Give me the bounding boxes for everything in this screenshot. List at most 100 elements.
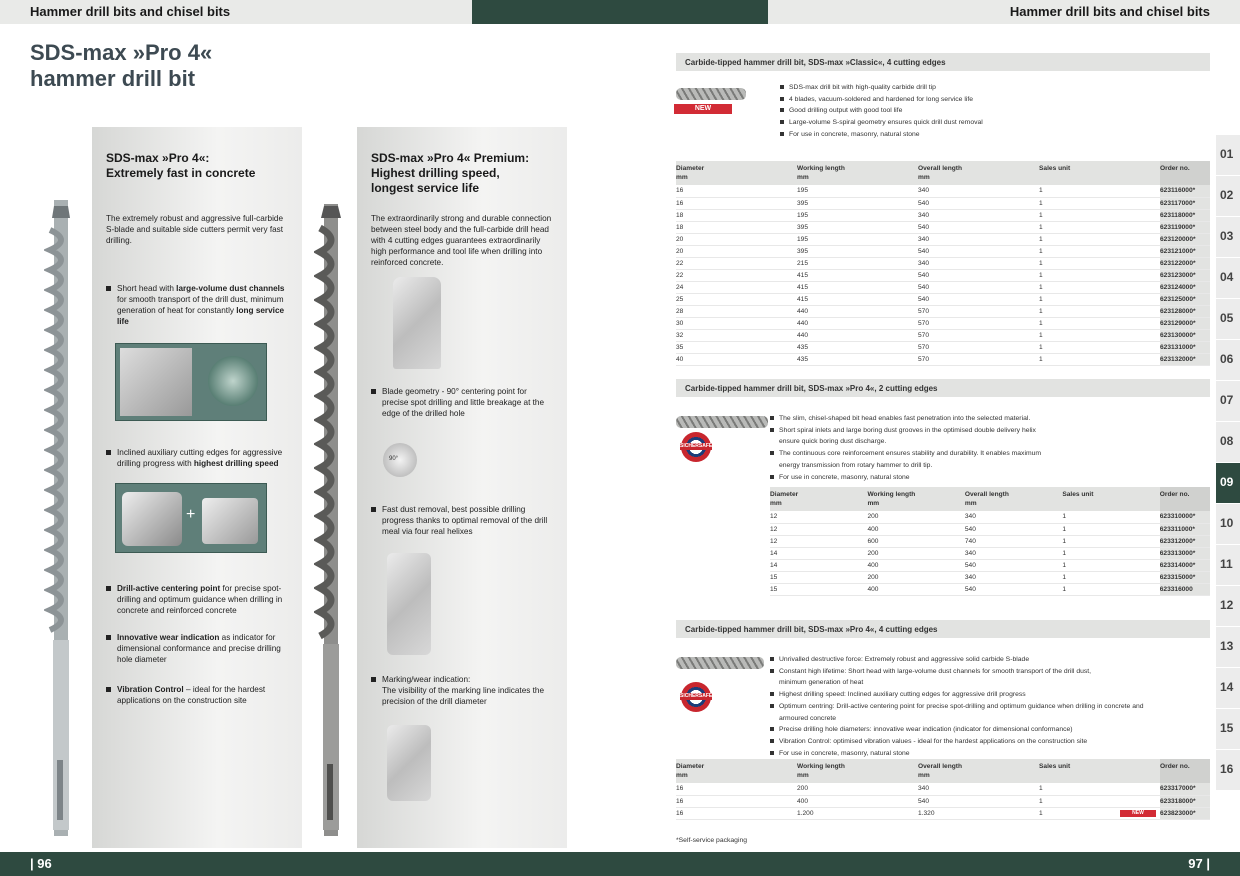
- table-cell: 340: [964, 511, 1063, 524]
- angle-label: 90°: [389, 456, 399, 462]
- column-header: Sales unit: [1039, 759, 1160, 783]
- table-cell: 1: [1062, 571, 1160, 584]
- bottom-bar: | 96 97 |: [0, 852, 1240, 876]
- table-cell: 215: [797, 257, 918, 270]
- table-cell: 35: [676, 341, 797, 354]
- table-cell: 623118000*: [1160, 209, 1210, 222]
- panel-title-line1: SDS-max »Pro 4«:: [106, 151, 210, 165]
- table-cell: 1 NEW: [1039, 807, 1160, 820]
- chapter-tab-15[interactable]: 15: [1216, 708, 1240, 749]
- column-header: Sales unit: [1039, 161, 1160, 185]
- table-row: 18 395 540 1 623119000*: [676, 221, 1210, 234]
- bullet-bold: highest drilling speed: [193, 459, 279, 468]
- table-header-row: Diameter mm Working length mm Overall length…: [676, 161, 1210, 185]
- feature-panel-pro4: SDS-max »Pro 4«: Extremely fast in concr…: [92, 127, 302, 848]
- feature-bullet: Fast dust removal, best possible drillin…: [371, 504, 555, 537]
- chapter-tab-05[interactable]: 05: [1216, 298, 1240, 339]
- column-header: Working length mm: [797, 759, 918, 783]
- column-header-unit: mm: [918, 772, 930, 779]
- column-header-label: Sales unit: [1062, 491, 1094, 498]
- table-cell: 415: [797, 281, 918, 294]
- table-cell: 15: [770, 571, 868, 584]
- table-row: 16 195 340 1 623116000*: [676, 185, 1210, 198]
- table-cell: 440: [797, 329, 918, 342]
- table-cell: 623313000*: [1159, 547, 1210, 560]
- bullet-text: The visibility of the marking line indic…: [382, 686, 545, 706]
- table-cell: 195: [797, 233, 918, 246]
- table-row: 20 195 340 1 623120000*: [676, 233, 1210, 246]
- cutting-edge-thumbnail: +: [115, 483, 267, 553]
- table-cell: 340: [964, 571, 1063, 584]
- table-row: 16 395 540 1 623117000*: [676, 197, 1210, 210]
- page-number-left: | 96: [30, 856, 52, 871]
- bullet-text: Short head with: [117, 284, 177, 293]
- table-cell: 570: [918, 341, 1039, 354]
- table-row: 16 200 340 1 623317000*: [676, 783, 1210, 796]
- table-cell: 28: [676, 305, 797, 318]
- table-cell: 623314000*: [1159, 559, 1210, 572]
- chapter-tab-07[interactable]: 07: [1216, 380, 1240, 421]
- drill-bit-icon: [676, 416, 768, 428]
- centering-point-sketch: 90°: [383, 443, 417, 477]
- chapter-tab-11[interactable]: 11: [1216, 544, 1240, 585]
- column-header: Overall length mm: [918, 759, 1039, 783]
- table-cell: 540: [964, 559, 1063, 572]
- chapter-tab-06[interactable]: 06: [1216, 339, 1240, 380]
- column-header-unit: mm: [797, 772, 809, 779]
- table-cell: 20: [676, 245, 797, 258]
- panel-title-line1: SDS-max »Pro 4« Premium:: [371, 151, 530, 165]
- table-row: 15 400 540 1 623316000: [770, 583, 1210, 596]
- page-title-line2: hammer drill bit: [30, 66, 196, 91]
- chapter-tab-16[interactable]: 16: [1216, 749, 1240, 790]
- table-cell: 1: [1039, 795, 1160, 808]
- page-number-right: 97 |: [1188, 856, 1210, 871]
- chapter-tab-02[interactable]: 02: [1216, 175, 1240, 216]
- table-cell: 16: [676, 197, 797, 210]
- feature-item: ensure quick boring dust discharge.: [779, 438, 887, 446]
- chapter-tab-01[interactable]: 01: [1216, 134, 1240, 175]
- table-cell: 570: [918, 353, 1039, 366]
- feature-item: Constant high lifetime: Short head with …: [770, 666, 1200, 678]
- table-cell: 1: [1039, 341, 1160, 354]
- table-cell: 570: [918, 329, 1039, 342]
- table-cell: 540: [918, 245, 1039, 258]
- table-cell: 623312000*: [1159, 535, 1210, 548]
- chapter-tab-09[interactable]: 09: [1216, 462, 1240, 503]
- chapter-tab-08[interactable]: 08: [1216, 421, 1240, 462]
- feature-item: Good drilling output with good tool life: [780, 105, 1200, 117]
- chapter-tab-12[interactable]: 12: [1216, 585, 1240, 626]
- drill-head-sketch: [202, 498, 258, 544]
- column-header-unit: [1160, 771, 1210, 780]
- feature-panel-pro4-premium: SDS-max »Pro 4« Premium: Highest drillin…: [357, 127, 567, 848]
- column-header: Working length mm: [867, 487, 965, 511]
- table-cell: 1: [1062, 583, 1160, 596]
- chapter-tab-14[interactable]: 14: [1216, 667, 1240, 708]
- table-cell: 1: [1039, 233, 1160, 246]
- bullet-bold: Innovative wear indication: [117, 633, 220, 642]
- sichersafe-logo: SICHERSAFE: [680, 682, 712, 712]
- table-cell: 415: [797, 293, 918, 306]
- section-title: Carbide-tipped hammer drill bit, SDS-max…: [676, 379, 1210, 397]
- table-cell: 195: [797, 209, 918, 222]
- header-left-title: Hammer drill bits and chisel bits: [30, 4, 231, 19]
- feature-bullet: Vibration Control – ideal for the hardes…: [106, 684, 290, 706]
- table-cell: 1: [1039, 353, 1160, 366]
- table-cell: 1: [1062, 559, 1160, 572]
- column-header: Diameter mm: [676, 161, 797, 185]
- chapter-tab-03[interactable]: 03: [1216, 216, 1240, 257]
- panel-title: SDS-max »Pro 4« Premium: Highest drillin…: [371, 151, 529, 196]
- table-row: 30 440 570 1 623129000*: [676, 317, 1210, 330]
- column-header-unit: mm: [964, 500, 977, 507]
- table-cell: 415: [797, 269, 918, 282]
- table-cell: 440: [797, 305, 918, 318]
- feature-item: The continuous core reinforcement ensure…: [770, 448, 1200, 460]
- chapter-tab-10[interactable]: 10: [1216, 503, 1240, 544]
- table-row: 20 395 540 1 623121000*: [676, 245, 1210, 258]
- table-cell: 12: [770, 511, 868, 524]
- table-cell: 623311000*: [1159, 523, 1210, 536]
- table-cell: 623318000*: [1160, 795, 1210, 808]
- panel-title: SDS-max »Pro 4«: Extremely fast in concr…: [106, 151, 255, 181]
- table-cell: 623123000*: [1160, 269, 1210, 282]
- chapter-tab-13[interactable]: 13: [1216, 626, 1240, 667]
- chapter-tab-04[interactable]: 04: [1216, 257, 1240, 298]
